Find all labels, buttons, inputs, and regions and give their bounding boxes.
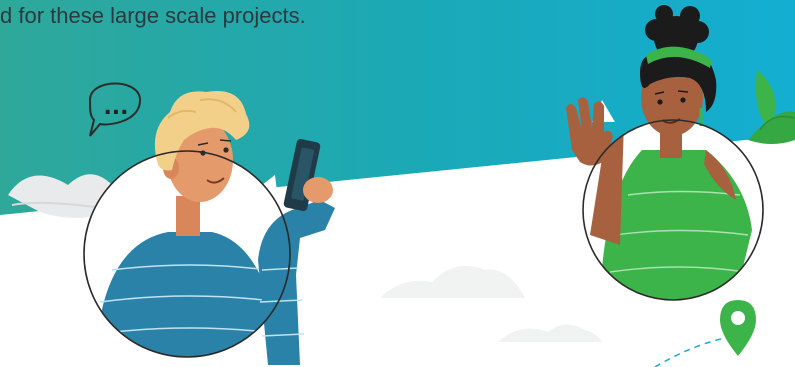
speech-bubble-text: ... bbox=[103, 95, 128, 120]
caption-text: d for these large scale projects. bbox=[0, 3, 306, 28]
cloud-decoration-icon bbox=[380, 266, 525, 298]
route-dashed-line bbox=[654, 337, 726, 367]
communication-illustration: ... bbox=[0, 0, 795, 367]
location-pin-icon bbox=[720, 300, 756, 356]
cloud-decoration-icon bbox=[498, 324, 602, 342]
illustration-stage: ... d for these large scale projects. bbox=[0, 0, 795, 367]
